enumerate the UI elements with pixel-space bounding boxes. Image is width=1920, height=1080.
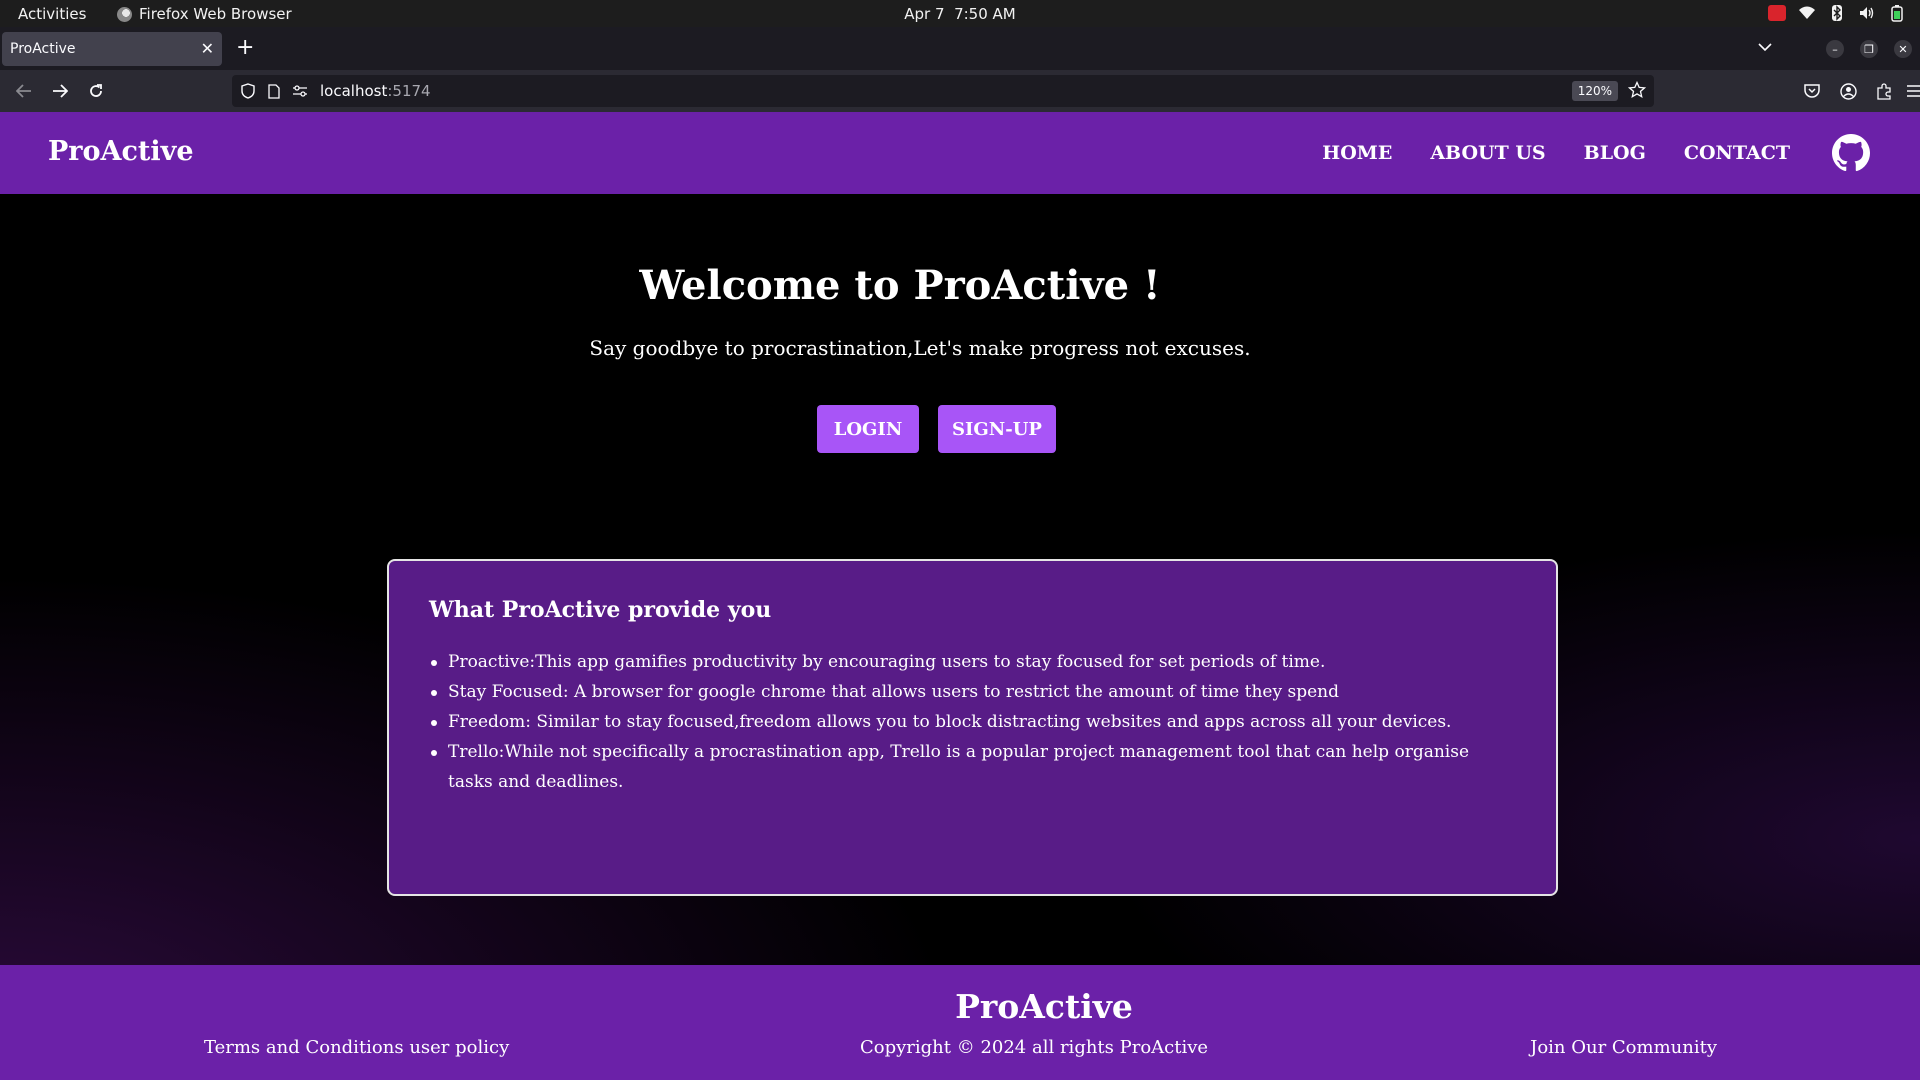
browser-toolbar: localhost:5174 120% xyxy=(0,70,1920,112)
web-page: ProActive HOME ABOUT US BLOG CONTACT Wel… xyxy=(0,112,1920,1080)
site-nav: HOME ABOUT US BLOG CONTACT xyxy=(1322,142,1790,164)
app-name: Firefox Web Browser xyxy=(139,5,292,23)
menu-icon[interactable] xyxy=(1902,79,1920,103)
battery-icon[interactable] xyxy=(1888,4,1906,22)
bookmark-star-icon[interactable] xyxy=(1627,80,1647,103)
new-tab-button[interactable]: + xyxy=(236,35,254,61)
clock-time[interactable]: 7:50 AM xyxy=(954,5,1016,23)
page-icon[interactable] xyxy=(266,83,282,99)
wifi-icon[interactable] xyxy=(1798,4,1816,22)
activities-button[interactable]: Activities xyxy=(18,5,86,23)
footer-brand: ProActive xyxy=(955,987,1133,1026)
tab-strip: ProActive ✕ + – ❐ ✕ xyxy=(0,27,1920,70)
community-link[interactable]: Join Our Community xyxy=(1530,1037,1717,1058)
nav-contact[interactable]: CONTACT xyxy=(1684,142,1790,164)
account-icon[interactable] xyxy=(1836,79,1860,103)
tab-proactive[interactable]: ProActive ✕ xyxy=(2,32,222,66)
site-logo[interactable]: ProActive xyxy=(48,136,194,167)
minimize-icon[interactable]: – xyxy=(1826,40,1844,58)
clock-date[interactable]: Apr 7 xyxy=(904,5,944,23)
list-all-tabs-icon[interactable] xyxy=(1758,37,1772,56)
hero-subtitle: Say goodbye to procrastination,Let's mak… xyxy=(589,336,1251,360)
copyright-text: Copyright © 2024 all rights ProActive xyxy=(860,1037,1209,1058)
nav-about-us[interactable]: ABOUT US xyxy=(1430,142,1545,164)
features-card: What ProActive provide you Proactive:Thi… xyxy=(387,559,1558,896)
bluetooth-icon[interactable] xyxy=(1828,4,1846,22)
terms-link[interactable]: Terms and Conditions user policy xyxy=(204,1037,509,1058)
url-host: localhost xyxy=(320,82,388,100)
nav-blog[interactable]: BLOG xyxy=(1584,142,1646,164)
site-header: ProActive HOME ABOUT US BLOG CONTACT xyxy=(0,112,1920,194)
close-tab-icon[interactable]: ✕ xyxy=(201,39,214,58)
url-text[interactable]: localhost:5174 xyxy=(320,82,431,100)
pocket-icon[interactable] xyxy=(1800,79,1824,103)
extensions-icon[interactable] xyxy=(1872,79,1896,103)
tab-title: ProActive xyxy=(10,41,76,57)
forward-icon[interactable] xyxy=(48,79,72,103)
address-bar[interactable]: localhost:5174 120% xyxy=(232,75,1654,107)
permissions-icon[interactable] xyxy=(292,83,308,99)
features-list: Proactive:This app gamifies productivity… xyxy=(429,647,1516,797)
system-top-bar: Activities Firefox Web Browser Apr 7 7:5… xyxy=(0,0,1920,27)
volume-icon[interactable] xyxy=(1858,4,1876,22)
features-heading: What ProActive provide you xyxy=(429,597,772,623)
site-footer: ProActive Terms and Conditions user poli… xyxy=(0,965,1920,1080)
window-close-icon[interactable]: ✕ xyxy=(1894,40,1912,58)
list-item: Proactive:This app gamifies productivity… xyxy=(429,647,1516,677)
back-icon[interactable] xyxy=(12,79,36,103)
system-tray[interactable] xyxy=(1768,4,1906,22)
list-item: Trello:While not specifically a procrast… xyxy=(429,737,1516,797)
anydesk-icon[interactable] xyxy=(1768,4,1786,22)
nav-home[interactable]: HOME xyxy=(1322,142,1392,164)
zoom-indicator[interactable]: 120% xyxy=(1571,81,1618,101)
url-port: :5174 xyxy=(387,82,431,100)
app-menu[interactable]: Firefox Web Browser xyxy=(117,5,292,23)
list-item: Freedom: Similar to stay focused,freedom… xyxy=(429,707,1516,737)
login-button[interactable]: LOGIN xyxy=(817,405,919,453)
github-icon[interactable] xyxy=(1832,134,1870,172)
list-item: Stay Focused: A browser for google chrom… xyxy=(429,677,1516,707)
reload-icon[interactable] xyxy=(84,79,108,103)
firefox-icon xyxy=(117,6,132,22)
signup-button[interactable]: SIGN-UP xyxy=(938,405,1056,453)
shield-icon[interactable] xyxy=(240,83,256,99)
restore-icon[interactable]: ❐ xyxy=(1860,40,1878,58)
hero-title: Welcome to ProActive ! xyxy=(639,262,1161,309)
